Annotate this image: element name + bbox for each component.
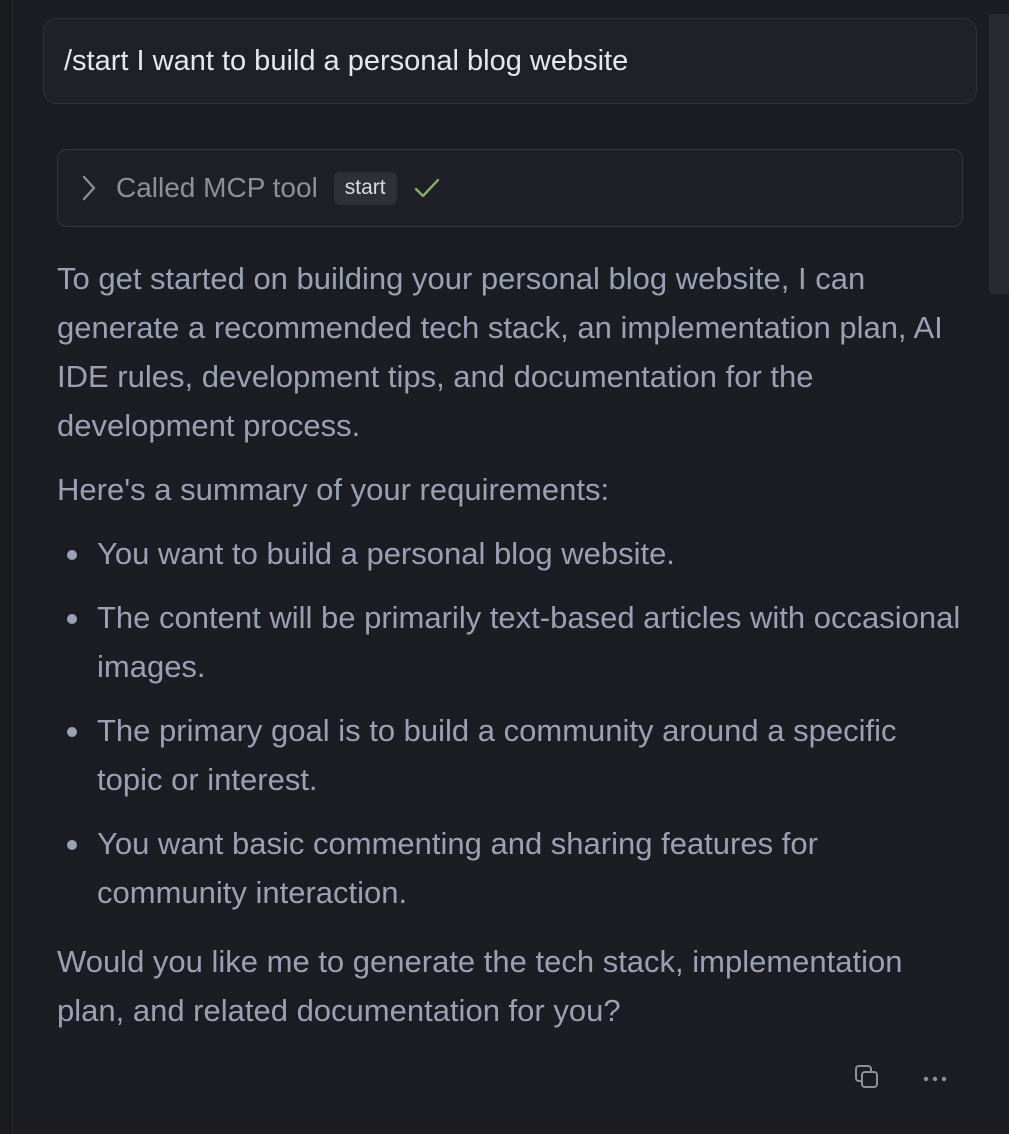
bullet — [67, 840, 77, 850]
panel-divider — [0, 0, 13, 1134]
user-message-text: /start I want to build a personal blog w… — [64, 44, 629, 77]
intro-paragraph: To get started on building your personal… — [57, 261, 943, 443]
bullet — [67, 727, 77, 737]
tool-name-badge: start — [333, 171, 397, 205]
copy-button[interactable] — [850, 1062, 884, 1096]
chevron-right-icon[interactable] — [82, 174, 100, 202]
copy-icon — [853, 1063, 881, 1096]
bullet — [67, 614, 77, 624]
summary-heading: Here's a summary of your requirements: — [57, 472, 610, 507]
requirements-list: You want to build a personal blog websit… — [57, 529, 967, 917]
user-message[interactable]: /start I want to build a personal blog w… — [43, 18, 977, 104]
question-paragraph: Would you like me to generate the tech s… — [57, 944, 903, 1028]
list-item: The primary goal is to build a community… — [57, 706, 967, 804]
tool-call-label: Called MCP tool — [116, 172, 318, 203]
list-item-text: You want to build a personal blog websit… — [97, 536, 675, 571]
scrollbar-thumb[interactable] — [989, 14, 1009, 294]
list-item-text: The content will be primarily text-based… — [97, 600, 961, 684]
more-horizontal-icon — [922, 1070, 948, 1088]
list-item-text: The primary goal is to build a community… — [97, 713, 897, 797]
list-item: The content will be primarily text-based… — [57, 593, 967, 691]
list-item-text: You want basic commenting and sharing fe… — [97, 826, 818, 910]
message-actions — [850, 1062, 960, 1096]
tool-call-card[interactable]: Called MCP tool start — [57, 149, 963, 227]
list-item: You want to build a personal blog websit… — [57, 529, 967, 578]
chat-panel: /start I want to build a personal blog w… — [0, 0, 1009, 1134]
assistant-response: To get started on building your personal… — [57, 254, 967, 1035]
more-options-button[interactable] — [918, 1062, 952, 1096]
check-icon — [413, 176, 441, 200]
bullet — [67, 550, 77, 560]
list-item: You want basic commenting and sharing fe… — [57, 819, 967, 917]
